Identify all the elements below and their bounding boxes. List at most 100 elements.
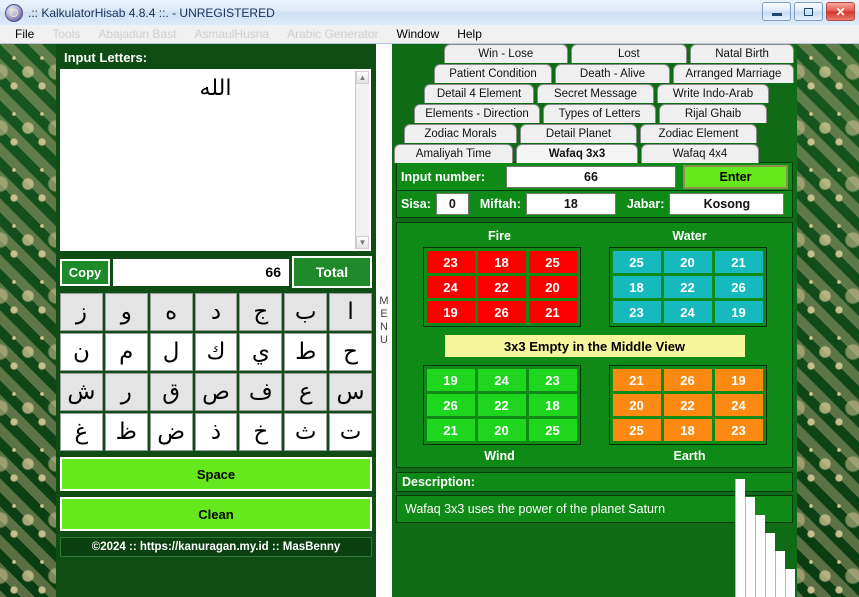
key-kha[interactable]: خ — [239, 413, 283, 451]
key-sad[interactable]: ص — [194, 373, 238, 411]
menu-item-window[interactable]: Window — [388, 26, 449, 42]
menu-item-abajadun-bast[interactable]: Abajadun Bast — [89, 26, 185, 42]
water-cell-0-0: 25 — [612, 251, 661, 273]
textarea-scrollbar[interactable]: ▲ ▼ — [355, 71, 369, 249]
title-bar: .:: KalkulatorHisab 4.8.4 ::. - UNREGIST… — [0, 0, 859, 26]
step-edge-2 — [745, 497, 755, 597]
tab-stack: Win - Lose Lost Natal Birth Patient Cond… — [392, 44, 797, 163]
key-tah[interactable]: ط — [284, 333, 328, 371]
arabic-keypad: ز و ه د ج ب ا ن م ل ك ي ط ح ش ر ق ص ف ع … — [60, 293, 372, 451]
tab-amaliyah-time[interactable]: Amaliyah Time — [394, 144, 513, 163]
key-ra[interactable]: ر — [104, 373, 148, 411]
key-jim[interactable]: ج — [239, 293, 283, 331]
total-button[interactable]: Total — [292, 256, 372, 288]
wind-cell-0-0: 19 — [426, 369, 475, 391]
tab-lost[interactable]: Lost — [570, 44, 688, 63]
wind-cell-2-0: 21 — [426, 419, 475, 441]
tab-rijal-ghaib[interactable]: Rijal Ghaib — [659, 104, 767, 123]
tab-patient-condition[interactable]: Patient Condition — [434, 64, 552, 83]
step-edge-6 — [785, 569, 795, 597]
key-mim[interactable]: م — [104, 333, 148, 371]
key-ba[interactable]: ب — [284, 293, 328, 331]
tab-detail-4-element[interactable]: Detail 4 Element — [424, 84, 534, 103]
total-value-field[interactable]: 66 — [113, 258, 289, 286]
maximize-button[interactable] — [794, 2, 823, 21]
key-fa[interactable]: ف — [239, 373, 283, 411]
key-lam[interactable]: ل — [149, 333, 193, 371]
menu-divider-strip[interactable]: M E N U — [376, 44, 392, 597]
tab-types-of-letters[interactable]: Types of Letters — [543, 104, 656, 123]
description-text: Wafaq 3x3 uses the power of the planet S… — [396, 495, 793, 523]
tab-elements-direction[interactable]: Elements - Direction — [414, 104, 540, 123]
sisa-value: 0 — [435, 193, 469, 215]
key-nun[interactable]: ن — [60, 333, 103, 371]
key-zay[interactable]: ز — [60, 293, 103, 331]
key-kaf[interactable]: ك — [194, 333, 238, 371]
key-dal[interactable]: د — [194, 293, 238, 331]
bottom-grids: 19 24 23 26 22 18 21 20 25 21 26 19 20 2… — [401, 365, 788, 445]
earth-cell-0-0: 21 — [612, 369, 661, 391]
fire-cell-1-2: 20 — [528, 276, 577, 298]
menu-letter-n: N — [380, 320, 388, 333]
scroll-down-icon[interactable]: ▼ — [356, 236, 369, 249]
menu-item-file[interactable]: File — [6, 26, 43, 42]
key-ta[interactable]: ت — [329, 413, 372, 451]
miftah-value: 18 — [525, 193, 616, 215]
result-meta-row: Sisa: 0 Miftah: 18 Jabar: Kosong — [397, 191, 792, 217]
tab-wafaq-4x4[interactable]: Wafaq 4x4 — [641, 144, 759, 163]
menu-item-tools[interactable]: Tools — [43, 26, 89, 42]
tab-zodiac-morals[interactable]: Zodiac Morals — [404, 124, 517, 143]
menu-item-arabic-generator[interactable]: Arabic Generator — [278, 26, 387, 42]
input-letters-textarea[interactable]: الله ▲ ▼ — [60, 69, 371, 251]
key-dhal[interactable]: ذ — [194, 413, 238, 451]
menu-letter-u: U — [380, 333, 388, 346]
enter-button[interactable]: Enter — [683, 164, 788, 189]
copy-button[interactable]: Copy — [60, 258, 110, 286]
tab-zodiac-element[interactable]: Zodiac Element — [640, 124, 757, 143]
key-qaf[interactable]: ق — [149, 373, 193, 411]
fire-cell-1-0: 24 — [426, 276, 475, 298]
description-label: Description: — [396, 472, 793, 492]
water-cell-1-0: 18 — [612, 276, 661, 298]
key-ya[interactable]: ي — [239, 333, 283, 371]
tab-row-5: Zodiac Morals Detail Planet Zodiac Eleme… — [392, 124, 797, 144]
tab-detail-planet[interactable]: Detail Planet — [520, 124, 637, 143]
wind-grid: 19 24 23 26 22 18 21 20 25 — [422, 365, 581, 445]
key-ghain[interactable]: غ — [60, 413, 103, 451]
menu-item-help[interactable]: Help — [448, 26, 491, 42]
wafaq-content: Input number: 66 Enter Sisa: 0 Miftah: 1… — [396, 162, 793, 218]
minimize-button[interactable] — [762, 2, 791, 21]
wind-title: Wind — [484, 449, 515, 463]
ornament-border-left — [0, 44, 56, 597]
ornament-border-right — [797, 44, 859, 597]
tab-win-lose[interactable]: Win - Lose — [444, 44, 568, 63]
key-hah[interactable]: ح — [329, 333, 372, 371]
key-zah[interactable]: ظ — [104, 413, 148, 451]
tab-arranged-marriage[interactable]: Arranged Marriage — [673, 64, 794, 83]
tab-secret-message[interactable]: Secret Message — [537, 84, 654, 103]
key-tha[interactable]: ث — [284, 413, 328, 451]
fire-grid: 23 18 25 24 22 20 19 26 21 — [422, 247, 581, 327]
scroll-up-icon[interactable]: ▲ — [356, 71, 369, 84]
key-ain[interactable]: ع — [284, 373, 328, 411]
water-cell-1-1: 22 — [663, 276, 712, 298]
bottom-grid-titles: Wind Earth — [401, 449, 788, 463]
tab-wafaq-3x3[interactable]: Wafaq 3x3 — [516, 144, 638, 163]
space-button[interactable]: Space — [60, 457, 372, 491]
water-cell-2-2: 19 — [714, 301, 763, 323]
clean-button[interactable]: Clean — [60, 497, 372, 531]
key-alif[interactable]: ا — [329, 293, 372, 331]
key-ha[interactable]: ه — [149, 293, 193, 331]
key-sin[interactable]: س — [329, 373, 372, 411]
input-letters-value: الله — [199, 76, 232, 101]
tab-natal-birth[interactable]: Natal Birth — [690, 44, 794, 63]
key-waw[interactable]: و — [104, 293, 148, 331]
input-number-field[interactable]: 66 — [506, 165, 676, 188]
menu-item-asmaulhusna[interactable]: AsmaulHusna — [185, 26, 278, 42]
close-button[interactable]: ✕ — [826, 2, 855, 21]
input-number-label: Input number: — [401, 169, 486, 184]
key-dad[interactable]: ض — [149, 413, 193, 451]
tab-write-indo-arab[interactable]: Write Indo-Arab — [657, 84, 769, 103]
key-shin[interactable]: ش — [60, 373, 103, 411]
tab-death-alive[interactable]: Death - Alive — [555, 64, 670, 83]
